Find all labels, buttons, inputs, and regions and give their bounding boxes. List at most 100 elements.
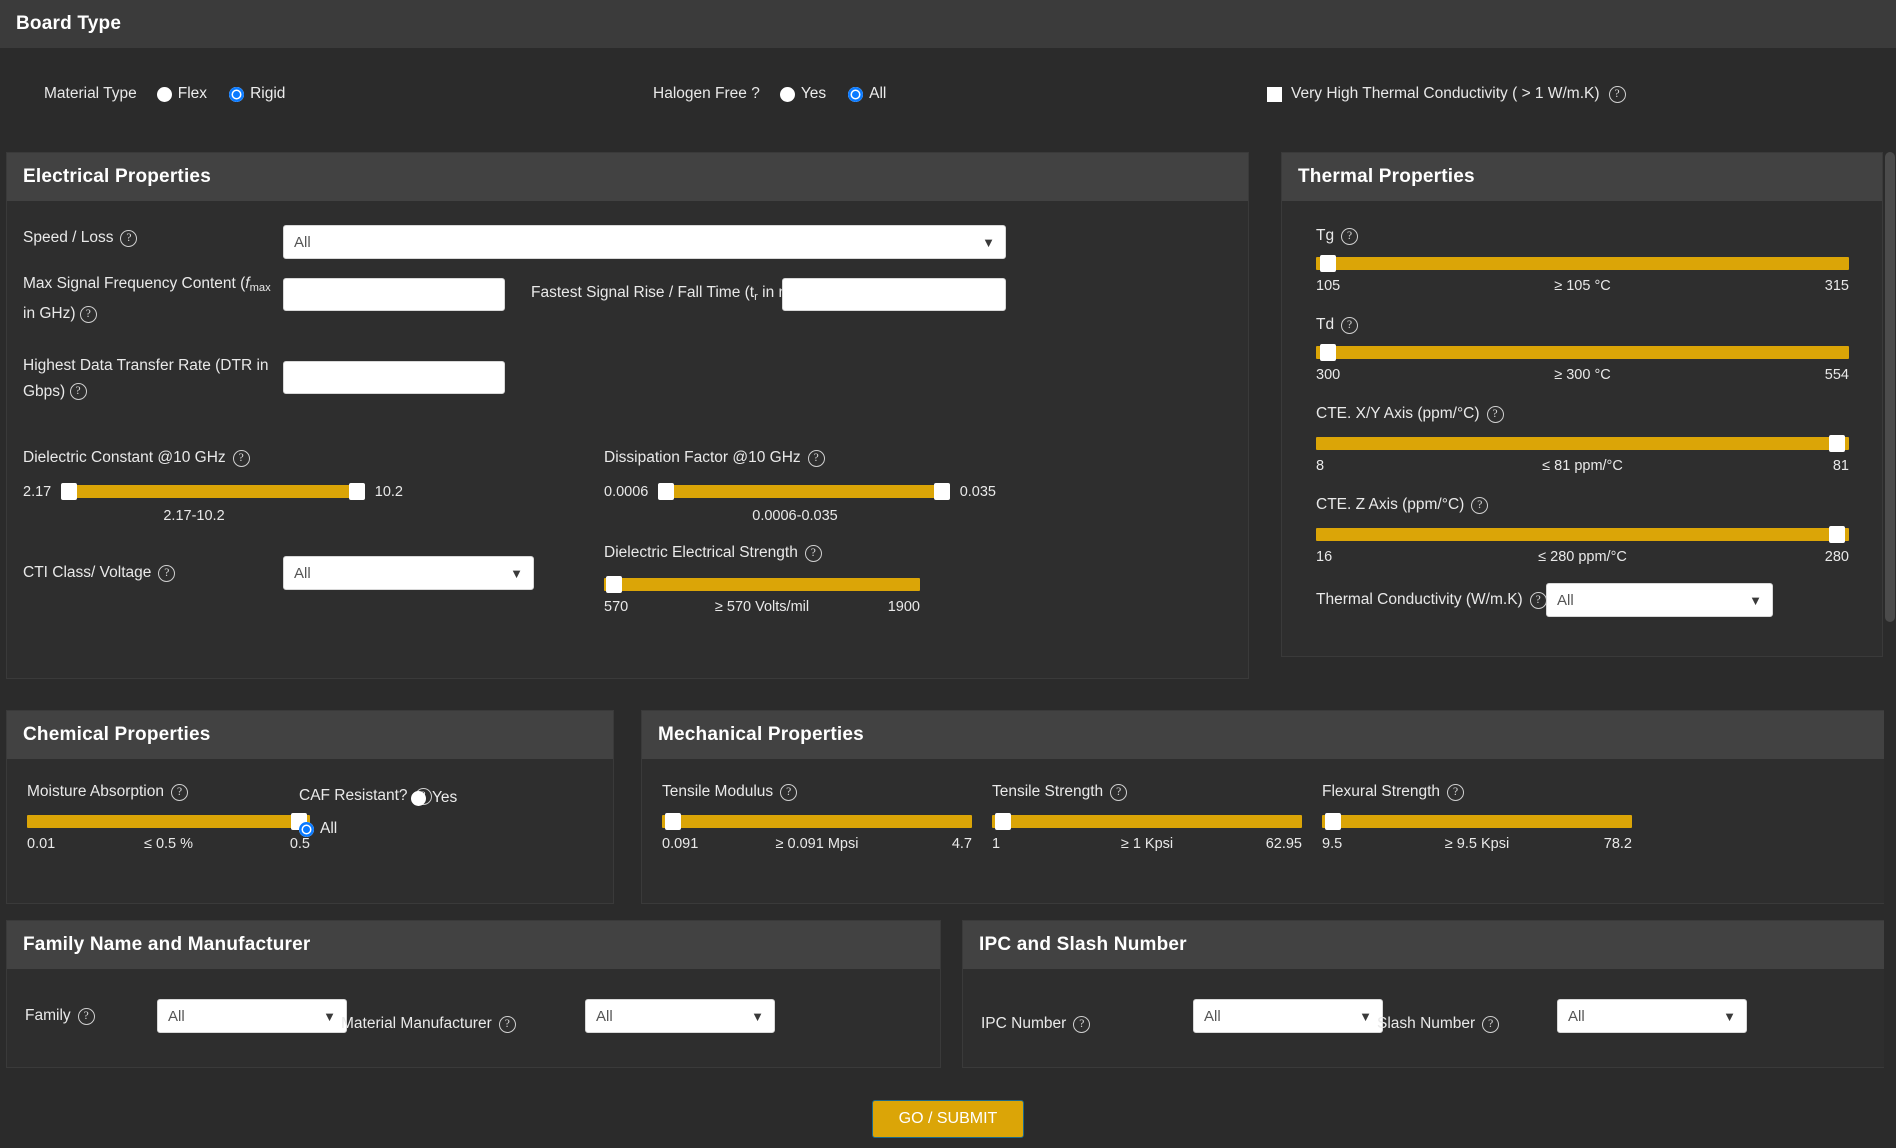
dielectric-strength-slider[interactable] bbox=[604, 576, 920, 593]
flexural-strength-knob[interactable] bbox=[1325, 813, 1341, 830]
tensile-modulus-slider-row: 0.091 ≥ 0.091 Mpsi 4.7 bbox=[662, 813, 972, 852]
chevron-down-icon-thermal-conductivity: ▼ bbox=[1749, 592, 1762, 608]
help-icon-thermal-conductivity[interactable]: ? bbox=[1529, 591, 1547, 609]
radio-icon-halogen-yes[interactable] bbox=[779, 86, 795, 102]
flexural-strength-slider[interactable] bbox=[1322, 813, 1632, 830]
tensile-modulus-slider[interactable] bbox=[662, 813, 972, 830]
help-icon-manufacturer[interactable]: ? bbox=[498, 1015, 516, 1033]
radio-label-flex: Flex bbox=[177, 85, 208, 102]
cte-xy-knob[interactable] bbox=[1829, 435, 1845, 452]
dissipation-factor-max: 0.035 bbox=[959, 483, 996, 500]
help-icon-moisture[interactable]: ? bbox=[171, 783, 188, 801]
manufacturer-select[interactable]: All ▼ bbox=[585, 999, 775, 1033]
help-icon-family[interactable]: ? bbox=[77, 1007, 95, 1025]
go-submit-button[interactable]: GO / SUBMIT bbox=[871, 1100, 1025, 1138]
flexural-strength-caption: 9.5 ≥ 9.5 Kpsi 78.2 bbox=[1322, 836, 1632, 852]
radio-icon-halogen-all[interactable] bbox=[848, 86, 864, 102]
tensile-modulus-mid: ≥ 0.091 Mpsi bbox=[775, 836, 859, 852]
dissipation-factor-caption: 0.0006-0.035 bbox=[752, 508, 838, 524]
page-scrollbar[interactable] bbox=[1884, 152, 1896, 1148]
radio-material-rigid[interactable]: Rigid bbox=[229, 85, 285, 103]
cte-z-slider[interactable] bbox=[1316, 526, 1849, 543]
radio-caf-all[interactable]: All bbox=[299, 820, 337, 838]
ipc-number-label: IPC Number bbox=[981, 1015, 1067, 1032]
dielectric-constant-label-group: Dielectric Constant @10 GHz ? bbox=[23, 449, 250, 467]
tg-slider[interactable] bbox=[1316, 255, 1849, 272]
tensile-strength-slider[interactable] bbox=[992, 813, 1302, 830]
help-icon-td[interactable]: ? bbox=[1341, 316, 1359, 334]
dielectric-constant-slider[interactable] bbox=[61, 483, 365, 500]
dielectric-constant-knob-max[interactable] bbox=[348, 483, 365, 500]
tg-track bbox=[1316, 257, 1849, 270]
radio-icon-flex[interactable] bbox=[156, 86, 172, 102]
thermal-body: Tg ? 105 ≥ 105 °C 315 Td ? 300 ≥ 300 °C … bbox=[1282, 201, 1882, 656]
help-icon-flexural-strength[interactable]: ? bbox=[1447, 783, 1465, 801]
td-label: Td bbox=[1316, 316, 1335, 333]
td-slider[interactable] bbox=[1316, 344, 1849, 361]
cti-class-label-group: CTI Class/ Voltage ? bbox=[23, 564, 176, 582]
speed-loss-label-group: Speed / Loss ? bbox=[23, 229, 138, 247]
help-icon-slash-number[interactable]: ? bbox=[1482, 1015, 1500, 1033]
moisture-max: 0.5 bbox=[289, 836, 310, 852]
dissipation-factor-knob-max[interactable] bbox=[933, 483, 950, 500]
dielectric-constant-knob-min[interactable] bbox=[61, 483, 78, 500]
radio-icon-caf-yes[interactable] bbox=[411, 790, 426, 806]
help-icon-tensile-strength[interactable]: ? bbox=[1110, 783, 1128, 801]
tensile-strength-label: Tensile Strength bbox=[992, 783, 1104, 800]
td-knob[interactable] bbox=[1320, 344, 1336, 361]
ipc-number-select[interactable]: All ▼ bbox=[1193, 999, 1383, 1033]
help-icon-cte-z[interactable]: ? bbox=[1471, 496, 1489, 514]
speed-loss-select[interactable]: All ▼ bbox=[283, 225, 1006, 259]
cti-class-select[interactable]: All ▼ bbox=[283, 556, 534, 590]
radio-icon-rigid[interactable] bbox=[229, 86, 245, 102]
panel-title-chemical: Chemical Properties bbox=[7, 711, 613, 759]
radio-label-halogen-all: All bbox=[869, 85, 887, 102]
tensile-modulus-caption: 0.091 ≥ 0.091 Mpsi 4.7 bbox=[662, 836, 972, 852]
family-select[interactable]: All ▼ bbox=[157, 999, 347, 1033]
tg-knob[interactable] bbox=[1320, 255, 1336, 272]
cte-z-knob[interactable] bbox=[1829, 526, 1845, 543]
dielectric-strength-label: Dielectric Electrical Strength bbox=[604, 544, 798, 561]
rise-time-input[interactable] bbox=[782, 278, 1006, 311]
cte-xy-label-group: CTE. X/Y Axis (ppm/°C) ? bbox=[1316, 405, 1504, 423]
td-label-group: Td ? bbox=[1316, 316, 1359, 334]
checkbox-very-high-thermal-conductivity[interactable] bbox=[1267, 86, 1282, 102]
dielectric-constant-slider-row: 2.17 10.2 2.17-10.2 bbox=[23, 483, 403, 524]
help-icon-tg[interactable]: ? bbox=[1341, 227, 1359, 245]
dtr-input[interactable] bbox=[283, 361, 505, 394]
max-frequency-input[interactable] bbox=[283, 278, 505, 311]
tensile-modulus-knob[interactable] bbox=[665, 813, 681, 830]
tg-max: 315 bbox=[1824, 278, 1849, 294]
help-icon-dielectric-strength[interactable]: ? bbox=[804, 544, 822, 562]
cte-z-track bbox=[1316, 528, 1849, 541]
radio-material-flex[interactable]: Flex bbox=[156, 85, 208, 103]
dissipation-factor-slider[interactable] bbox=[658, 483, 950, 500]
dielectric-constant-label: Dielectric Constant @10 GHz bbox=[23, 449, 226, 466]
radio-icon-caf-all[interactable] bbox=[299, 821, 314, 837]
page-scrollbar-thumb[interactable] bbox=[1885, 152, 1895, 622]
moisture-track bbox=[27, 815, 310, 828]
slash-number-select[interactable]: All ▼ bbox=[1557, 999, 1747, 1033]
help-icon-ipc-number[interactable]: ? bbox=[1073, 1015, 1091, 1033]
radio-halogen-yes[interactable]: Yes bbox=[779, 85, 826, 103]
radio-caf-yes[interactable]: Yes bbox=[411, 789, 457, 807]
help-icon-dielectric-constant[interactable]: ? bbox=[232, 449, 250, 467]
help-icon-cte-xy[interactable]: ? bbox=[1486, 405, 1504, 423]
cte-xy-slider[interactable] bbox=[1316, 435, 1849, 452]
help-icon-dtr[interactable]: ? bbox=[69, 383, 87, 401]
help-icon-max-frequency[interactable]: ? bbox=[79, 305, 97, 323]
thermal-conductivity-select[interactable]: All ▼ bbox=[1546, 583, 1773, 617]
help-icon-speed-loss[interactable]: ? bbox=[120, 229, 138, 247]
moisture-slider[interactable] bbox=[27, 813, 310, 830]
flexural-strength-min: 9.5 bbox=[1322, 836, 1343, 852]
tensile-strength-knob[interactable] bbox=[995, 813, 1011, 830]
dielectric-strength-knob[interactable] bbox=[606, 576, 622, 593]
radio-halogen-all[interactable]: All bbox=[848, 85, 886, 103]
cte-z-label-group: CTE. Z Axis (ppm/°C) ? bbox=[1316, 496, 1489, 514]
dissipation-factor-knob-min[interactable] bbox=[658, 483, 675, 500]
help-icon-vhtc[interactable]: ? bbox=[1608, 85, 1626, 103]
help-icon-tensile-modulus[interactable]: ? bbox=[780, 783, 798, 801]
cte-xy-label: CTE. X/Y Axis (ppm/°C) bbox=[1316, 405, 1480, 422]
help-icon-cti-class[interactable]: ? bbox=[158, 564, 176, 582]
help-icon-dissipation-factor[interactable]: ? bbox=[807, 449, 825, 467]
